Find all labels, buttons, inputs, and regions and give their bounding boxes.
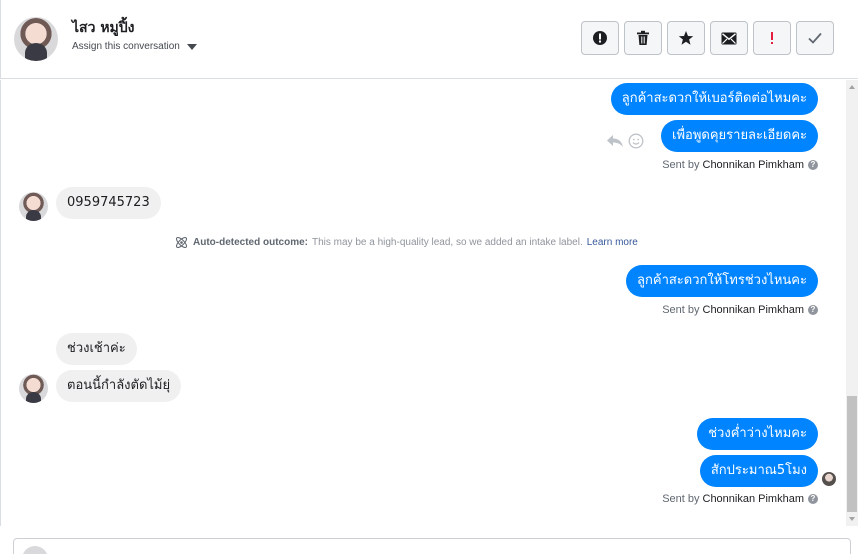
alert-circle-icon xyxy=(593,31,607,45)
outgoing-message[interactable]: สักประมาณ5โมง xyxy=(699,455,818,487)
auto-note-title: Auto-detected outcome: xyxy=(193,237,308,248)
help-icon[interactable]: ? xyxy=(808,160,818,170)
contact-name[interactable]: ไสว หมูปิ้ง xyxy=(72,17,135,39)
contact-avatar[interactable] xyxy=(14,17,58,61)
agent-name: Chonnikan Pimkham xyxy=(702,304,805,316)
message-input[interactable] xyxy=(54,543,834,554)
assign-conversation-dropdown[interactable]: Assign this conversation xyxy=(72,41,197,52)
check-icon xyxy=(808,32,822,44)
sent-by-prefix: Sent by xyxy=(662,493,700,505)
outgoing-message[interactable]: เพื่อพูดคุยรายละเอียดคะ xyxy=(661,120,818,152)
sent-by-prefix: Sent by xyxy=(662,304,700,316)
assign-label: Assign this conversation xyxy=(72,41,180,52)
incoming-message[interactable]: ช่วงเช้าค่ะ xyxy=(56,333,137,365)
incoming-message[interactable]: ตอนนี้กำลังตัดไม้ยุ่ xyxy=(56,370,182,402)
done-button[interactable] xyxy=(796,21,834,55)
outgoing-message[interactable]: ลูกค้าสะดวกให้โทรช่วงไหนคะ xyxy=(626,265,818,297)
star-button[interactable] xyxy=(667,21,705,55)
follow-up-button[interactable] xyxy=(753,21,791,55)
seen-avatar xyxy=(822,472,836,486)
delete-button[interactable] xyxy=(624,21,662,55)
contact-avatar-small[interactable] xyxy=(19,374,48,403)
caret-down-icon xyxy=(186,43,197,50)
reply-icon[interactable] xyxy=(606,134,624,148)
sent-by-label: Sent by Chonnikan Pimkham ? xyxy=(662,304,818,316)
agent-avatar xyxy=(22,546,48,554)
conversation-header: ไสว หมูปิ้ง Assign this conversation xyxy=(0,0,858,79)
scrollbar-thumb[interactable] xyxy=(847,396,857,512)
agent-name: Chonnikan Pimkham xyxy=(702,159,805,171)
sent-by-label: Sent by Chonnikan Pimkham ? xyxy=(662,159,818,171)
exclamation-icon xyxy=(771,32,773,44)
outgoing-message[interactable]: ลูกค้าสะดวกให้เบอร์ติดต่อไหมคะ xyxy=(610,83,818,115)
message-composer[interactable] xyxy=(13,538,851,554)
trash-icon xyxy=(637,30,649,45)
help-icon[interactable]: ? xyxy=(808,494,818,504)
message-thread[interactable]: ลูกค้าสะดวกให้เบอร์ติดต่อไหมคะ เพื่อพูดค… xyxy=(0,80,846,526)
scroll-down-arrow-icon[interactable] xyxy=(849,517,855,521)
mark-unread-button[interactable] xyxy=(710,21,748,55)
report-button[interactable] xyxy=(581,21,619,55)
sent-by-label: Sent by Chonnikan Pimkham ? xyxy=(662,493,818,505)
sent-by-prefix: Sent by xyxy=(662,159,700,171)
learn-more-link[interactable]: Learn more xyxy=(587,237,638,248)
agent-name: Chonnikan Pimkham xyxy=(702,493,805,505)
conversation-toolbar xyxy=(581,21,834,55)
scroll-up-arrow-icon[interactable] xyxy=(849,85,855,89)
auto-detected-outcome-note: Auto-detected outcome: This may be a hig… xyxy=(174,235,638,250)
scrollbar[interactable] xyxy=(846,80,858,526)
incoming-message[interactable]: 0959745723 xyxy=(56,187,161,219)
smiley-icon[interactable] xyxy=(628,133,644,149)
star-icon xyxy=(678,31,694,45)
atom-icon xyxy=(175,236,188,249)
outgoing-message[interactable]: ช่วงค่ำว่างไหมคะ xyxy=(697,418,818,450)
help-icon[interactable]: ? xyxy=(808,305,818,315)
contact-avatar-small[interactable] xyxy=(19,192,48,221)
auto-note-body: This may be a high-quality lead, so we a… xyxy=(312,237,583,248)
envelope-icon xyxy=(721,32,737,44)
